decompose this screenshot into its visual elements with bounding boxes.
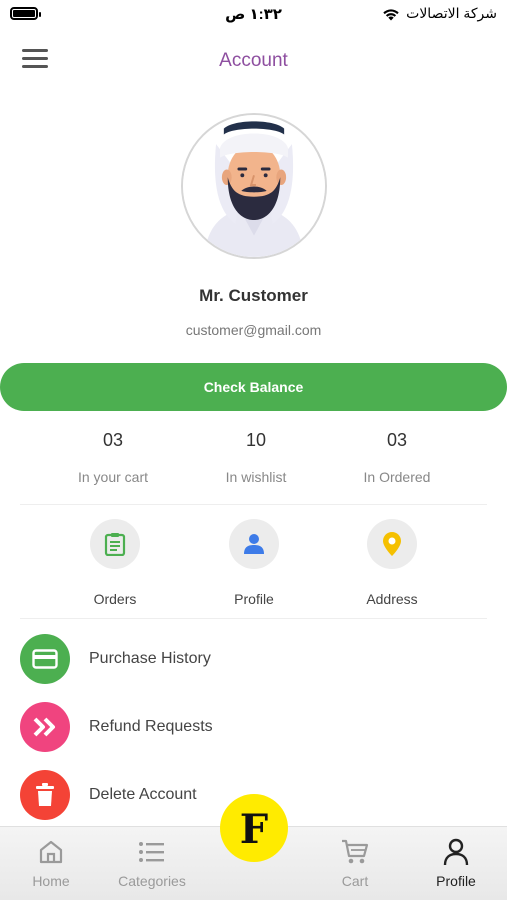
stat-ordered-label: In Ordered bbox=[363, 469, 431, 485]
double-chevron-icon bbox=[33, 717, 55, 737]
stat-wishlist-value: 10 bbox=[245, 430, 267, 450]
stat-wishlist[interactable]: 10 In wishlist bbox=[176, 430, 336, 485]
wifi-icon bbox=[383, 8, 399, 20]
customer-email: customer@gmail.com bbox=[185, 322, 322, 338]
nav-cart[interactable]: Cart bbox=[310, 837, 400, 889]
page-title: Account bbox=[219, 50, 288, 71]
logo-letter: F bbox=[239, 806, 269, 853]
stats-row: 03 In your cart 10 In wishlist 03 In Ord… bbox=[0, 430, 507, 490]
nav-profile[interactable]: Profile bbox=[411, 837, 501, 889]
user-icon bbox=[443, 838, 469, 866]
stat-ordered-value: 03 bbox=[386, 430, 408, 450]
app-header: Account bbox=[0, 40, 507, 82]
divider bbox=[20, 504, 487, 505]
divider bbox=[20, 618, 487, 619]
nav-profile-label: Profile bbox=[436, 873, 476, 889]
clipboard-icon bbox=[104, 533, 126, 556]
stat-wishlist-label: In wishlist bbox=[225, 469, 287, 485]
orders-label: Orders bbox=[93, 591, 137, 607]
person-icon bbox=[244, 534, 264, 554]
refund-requests-label: Refund Requests bbox=[89, 718, 213, 735]
nav-home[interactable]: Home bbox=[6, 837, 96, 889]
address-label: Address bbox=[366, 591, 418, 607]
stat-cart[interactable]: 03 In your cart bbox=[33, 430, 193, 485]
profile-shortcut[interactable]: Profile bbox=[194, 519, 314, 607]
orders-shortcut[interactable]: Orders bbox=[55, 519, 175, 607]
stat-cart-value: 03 bbox=[102, 430, 124, 450]
trash-icon bbox=[36, 783, 54, 806]
purchase-history-label: Purchase History bbox=[89, 650, 211, 667]
nav-home-label: Home bbox=[32, 873, 70, 889]
profile-label: Profile bbox=[234, 591, 274, 607]
purchase-history-item[interactable]: Purchase History bbox=[20, 634, 487, 684]
stat-ordered[interactable]: 03 In Ordered bbox=[317, 430, 477, 485]
status-carrier-group: شركة الاتصالات bbox=[382, 5, 497, 22]
refund-requests-item[interactable]: Refund Requests bbox=[20, 702, 487, 752]
man-avatar-icon bbox=[183, 115, 325, 257]
nav-categories-label: Categories bbox=[118, 873, 186, 889]
credit-card-icon bbox=[32, 649, 58, 669]
home-icon bbox=[39, 840, 63, 864]
center-logo-button[interactable]: F bbox=[220, 794, 288, 862]
avatar bbox=[181, 113, 327, 259]
location-pin-icon bbox=[383, 532, 401, 556]
nav-categories[interactable]: Categories bbox=[107, 837, 197, 889]
stat-cart-label: In your cart bbox=[77, 469, 149, 485]
status-bar: ١:٣٢ ص شركة الاتصالات bbox=[0, 0, 507, 30]
list-icon bbox=[139, 842, 164, 862]
carrier-name: شركة الاتصالات bbox=[406, 5, 497, 21]
check-balance-button[interactable]: Check Balance bbox=[0, 363, 507, 411]
nav-cart-label: Cart bbox=[341, 873, 369, 889]
cart-icon bbox=[342, 839, 369, 864]
delete-account-label: Delete Account bbox=[89, 786, 197, 803]
address-shortcut[interactable]: Address bbox=[332, 519, 452, 607]
customer-name: Mr. Customer bbox=[199, 286, 308, 305]
